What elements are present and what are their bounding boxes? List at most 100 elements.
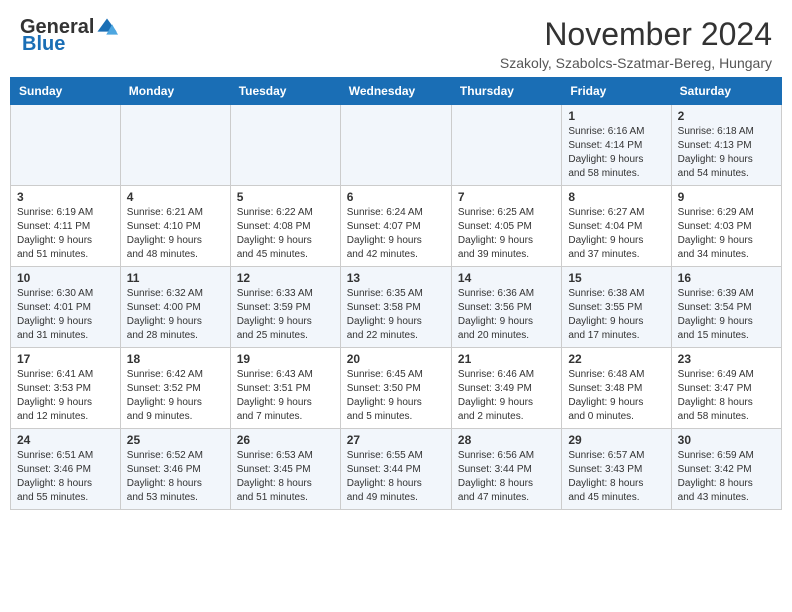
calendar-body: 1Sunrise: 6:16 AMSunset: 4:14 PMDaylight… <box>11 105 782 510</box>
title-section: November 2024 Szakoly, Szabolcs-Szatmar-… <box>500 16 772 71</box>
day-info: Sunrise: 6:53 AMSunset: 3:45 PMDaylight:… <box>237 449 334 505</box>
day-info: Sunrise: 6:52 AMSunset: 3:46 PMDaylight:… <box>127 449 224 505</box>
calendar-cell: 20 Sunrise: 6:45 AMSunset: 3:50 PMDayligh… <box>340 348 451 429</box>
day-info: Sunrise: 6:38 AMSunset: 3:55 PMDaylight:… <box>568 287 664 343</box>
calendar-cell: 15 Sunrise: 6:38 AMSunset: 3:55 PMDayligh… <box>562 267 671 348</box>
day-number: 6 <box>347 190 445 204</box>
location-title: Szakoly, Szabolcs-Szatmar-Bereg, Hungary <box>500 55 772 71</box>
day-info: Sunrise: 6:36 AMSunset: 3:56 PMDaylight:… <box>458 287 555 343</box>
calendar-cell: 27 Sunrise: 6:55 AMSunset: 3:44 PMDayligh… <box>340 429 451 510</box>
calendar-cell <box>120 105 230 186</box>
day-header-thursday: Thursday <box>451 78 561 105</box>
logo-icon <box>96 17 118 39</box>
day-number: 17 <box>17 352 114 366</box>
day-number: 8 <box>568 190 664 204</box>
calendar-cell: 19Sunrise: 6:43 AMSunset: 3:51 PMDayligh… <box>230 348 340 429</box>
calendar-cell: 3Sunrise: 6:19 AMSunset: 4:11 PMDaylight… <box>11 186 121 267</box>
day-info: Sunrise: 6:35 AMSunset: 3:58 PMDaylight:… <box>347 287 445 343</box>
calendar-cell: 29 Sunrise: 6:57 AMSunset: 3:43 PMDayligh… <box>562 429 671 510</box>
calendar-cell: 23 Sunrise: 6:49 AMSunset: 3:47 PMDayligh… <box>671 348 781 429</box>
day-number: 5 <box>237 190 334 204</box>
day-number: 29 <box>568 433 664 447</box>
day-number: 13 <box>347 271 445 285</box>
day-number: 20 <box>347 352 445 366</box>
day-number: 1 <box>568 109 664 123</box>
day-header-sunday: Sunday <box>11 78 121 105</box>
calendar-cell: 8 Sunrise: 6:27 AMSunset: 4:04 PMDaylight… <box>562 186 671 267</box>
calendar-cell <box>230 105 340 186</box>
calendar-cell: 2Sunrise: 6:18 AMSunset: 4:13 PMDaylight… <box>671 105 781 186</box>
day-number: 25 <box>127 433 224 447</box>
calendar-cell: 25 Sunrise: 6:52 AMSunset: 3:46 PMDayligh… <box>120 429 230 510</box>
day-number: 11 <box>127 271 224 285</box>
day-number: 24 <box>17 433 114 447</box>
day-number: 28 <box>458 433 555 447</box>
day-number: 12 <box>237 271 334 285</box>
day-info: Sunrise: 6:48 AMSunset: 3:48 PMDaylight:… <box>568 368 664 424</box>
day-number: 22 <box>568 352 664 366</box>
day-info: Sunrise: 6:57 AMSunset: 3:43 PMDaylight:… <box>568 449 664 505</box>
day-info: Sunrise: 6:41 AMSunset: 3:53 PMDaylight:… <box>17 368 114 424</box>
day-info: Sunrise: 6:22 AMSunset: 4:08 PMDaylight:… <box>237 206 334 262</box>
calendar-week-3: 10 Sunrise: 6:30 AMSunset: 4:01 PMDayligh… <box>11 267 782 348</box>
day-info: Sunrise: 6:49 AMSunset: 3:47 PMDaylight:… <box>678 368 775 424</box>
day-number: 30 <box>678 433 775 447</box>
day-info: Sunrise: 6:24 AMSunset: 4:07 PMDaylight:… <box>347 206 445 262</box>
day-info: Sunrise: 6:21 AMSunset: 4:10 PMDaylight:… <box>127 206 224 262</box>
day-info: Sunrise: 6:42 AMSunset: 3:52 PMDaylight:… <box>127 368 224 424</box>
day-header-wednesday: Wednesday <box>340 78 451 105</box>
calendar-cell: 17 Sunrise: 6:41 AMSunset: 3:53 PMDayligh… <box>11 348 121 429</box>
day-info: Sunrise: 6:46 AMSunset: 3:49 PMDaylight:… <box>458 368 555 424</box>
day-info: Sunrise: 6:30 AMSunset: 4:01 PMDaylight:… <box>17 287 114 343</box>
day-info: Sunrise: 6:56 AMSunset: 3:44 PMDaylight:… <box>458 449 555 505</box>
calendar-cell: 21 Sunrise: 6:46 AMSunset: 3:49 PMDayligh… <box>451 348 561 429</box>
day-info: Sunrise: 6:51 AMSunset: 3:46 PMDaylight:… <box>17 449 114 505</box>
day-number: 14 <box>458 271 555 285</box>
logo: General Blue <box>20 16 118 56</box>
day-number: 4 <box>127 190 224 204</box>
logo-blue: Blue <box>22 33 65 56</box>
day-info: Sunrise: 6:33 AMSunset: 3:59 PMDaylight:… <box>237 287 334 343</box>
day-header-friday: Friday <box>562 78 671 105</box>
day-number: 16 <box>678 271 775 285</box>
day-info: Sunrise: 6:59 AMSunset: 3:42 PMDaylight:… <box>678 449 775 505</box>
day-header-monday: Monday <box>120 78 230 105</box>
calendar-cell: 5 Sunrise: 6:22 AMSunset: 4:08 PMDaylight… <box>230 186 340 267</box>
day-number: 9 <box>678 190 775 204</box>
calendar-cell: 1Sunrise: 6:16 AMSunset: 4:14 PMDaylight… <box>562 105 671 186</box>
calendar-cell: 11Sunrise: 6:32 AMSunset: 4:00 PMDayligh… <box>120 267 230 348</box>
day-number: 18 <box>127 352 224 366</box>
day-header-tuesday: Tuesday <box>230 78 340 105</box>
calendar-week-5: 24 Sunrise: 6:51 AMSunset: 3:46 PMDayligh… <box>11 429 782 510</box>
day-info: Sunrise: 6:45 AMSunset: 3:50 PMDaylight:… <box>347 368 445 424</box>
day-header-saturday: Saturday <box>671 78 781 105</box>
day-info: Sunrise: 6:25 AMSunset: 4:05 PMDaylight:… <box>458 206 555 262</box>
day-number: 21 <box>458 352 555 366</box>
calendar-table: SundayMondayTuesdayWednesdayThursdayFrid… <box>10 77 782 510</box>
day-number: 23 <box>678 352 775 366</box>
day-info: Sunrise: 6:27 AMSunset: 4:04 PMDaylight:… <box>568 206 664 262</box>
day-info: Sunrise: 6:18 AMSunset: 4:13 PMDaylight:… <box>678 125 775 181</box>
day-number: 3 <box>17 190 114 204</box>
calendar-cell: 26 Sunrise: 6:53 AMSunset: 3:45 PMDayligh… <box>230 429 340 510</box>
calendar-cell <box>340 105 451 186</box>
day-info: Sunrise: 6:55 AMSunset: 3:44 PMDaylight:… <box>347 449 445 505</box>
day-number: 10 <box>17 271 114 285</box>
calendar-cell: 30 Sunrise: 6:59 AMSunset: 3:42 PMDayligh… <box>671 429 781 510</box>
day-number: 19 <box>237 352 334 366</box>
day-number: 27 <box>347 433 445 447</box>
calendar-cell <box>11 105 121 186</box>
calendar-week-1: 1Sunrise: 6:16 AMSunset: 4:14 PMDaylight… <box>11 105 782 186</box>
day-number: 15 <box>568 271 664 285</box>
calendar-week-4: 17 Sunrise: 6:41 AMSunset: 3:53 PMDayligh… <box>11 348 782 429</box>
calendar-cell: 22 Sunrise: 6:48 AMSunset: 3:48 PMDayligh… <box>562 348 671 429</box>
day-number: 7 <box>458 190 555 204</box>
calendar-cell: 13 Sunrise: 6:35 AMSunset: 3:58 PMDayligh… <box>340 267 451 348</box>
day-info: Sunrise: 6:39 AMSunset: 3:54 PMDaylight:… <box>678 287 775 343</box>
calendar-cell: 18 Sunrise: 6:42 AMSunset: 3:52 PMDayligh… <box>120 348 230 429</box>
day-number: 26 <box>237 433 334 447</box>
calendar-cell: 7 Sunrise: 6:25 AMSunset: 4:05 PMDaylight… <box>451 186 561 267</box>
calendar-cell <box>451 105 561 186</box>
calendar-cell: 10 Sunrise: 6:30 AMSunset: 4:01 PMDayligh… <box>11 267 121 348</box>
page-header: General Blue November 2024 Szakoly, Szab… <box>10 10 782 71</box>
